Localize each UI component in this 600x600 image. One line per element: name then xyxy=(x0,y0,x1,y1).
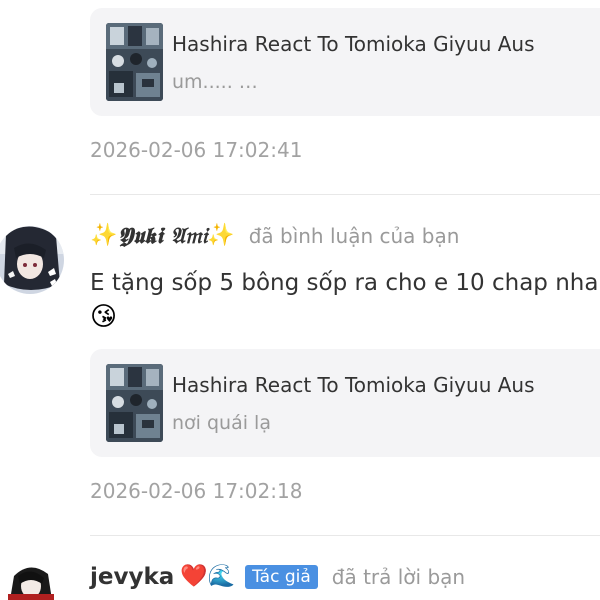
story-card[interactable]: Hashira React To Tomioka Giyuu Aus um...… xyxy=(90,8,600,116)
notification-header: ✨ 𝖄𝖚𝖐𝖎 𝔄𝔪𝔦 ✨ đã bình luận của bạn xyxy=(90,223,459,249)
comment-text[interactable]: E tặng sốp 5 bông sốp ra cho e 10 chap n… xyxy=(90,270,598,296)
timestamp: 2026-02-06 17:02:41 xyxy=(90,138,303,162)
username[interactable]: 𝖄𝖚𝖐𝖎 𝔄𝔪𝔦 xyxy=(117,223,207,249)
story-cover-thumbnail xyxy=(106,364,163,442)
author-badge: Tác giả xyxy=(245,565,318,589)
user-avatar[interactable] xyxy=(0,224,64,296)
divider xyxy=(90,535,600,536)
divider xyxy=(90,194,600,195)
timestamp: 2026-02-06 17:02:18 xyxy=(90,479,303,503)
notification-list: Hashira React To Tomioka Giyuu Aus um...… xyxy=(0,0,600,600)
story-excerpt: um..... … xyxy=(172,71,258,93)
story-cover-thumbnail xyxy=(106,23,163,101)
user-avatar[interactable] xyxy=(0,562,64,600)
heart-wave-icon: ❤️🌊 xyxy=(180,564,236,589)
username[interactable]: jevyka xyxy=(90,564,174,590)
story-title: Hashira React To Tomioka Giyuu Aus xyxy=(172,373,535,397)
action-text: đã bình luận của bạn xyxy=(248,224,460,248)
sparkles-icon: ✨ xyxy=(207,223,235,248)
kiss-emoji-icon: 😘 xyxy=(90,302,118,332)
notification-header: jevyka ❤️🌊 Tác giả đã trả lời bạn xyxy=(90,564,465,590)
action-text: đã trả lời bạn xyxy=(331,565,466,589)
story-title: Hashira React To Tomioka Giyuu Aus xyxy=(172,32,535,56)
story-card[interactable]: Hashira React To Tomioka Giyuu Aus nơi q… xyxy=(90,349,600,457)
sparkles-icon: ✨ xyxy=(90,223,118,248)
story-excerpt: nơi quái lạ xyxy=(172,412,271,434)
